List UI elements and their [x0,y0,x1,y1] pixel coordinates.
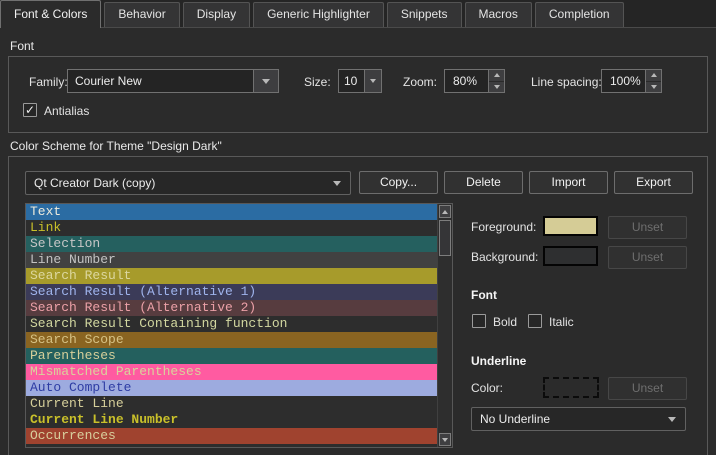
font-family-dropdown-button[interactable] [254,69,279,93]
zoom-spin-buttons [488,69,505,93]
color-items-rows: TextLinkSelectionLine NumberSearch Resul… [26,204,437,444]
text-editor-options-page: Font & ColorsBehaviorDisplayGeneric High… [0,0,716,455]
line-spacing-spin-buttons [645,69,662,93]
tab-behavior[interactable]: Behavior [104,2,179,27]
font-family-value[interactable]: Courier New [67,69,254,93]
color-item-search-scope[interactable]: Search Scope [26,332,437,348]
line-spacing-label: Line spacing: [531,75,602,89]
delete-button[interactable]: Delete [444,171,523,194]
underline-color-swatch[interactable] [543,377,599,398]
scrollbar[interactable] [437,204,452,447]
italic-checkbox[interactable] [528,314,542,328]
family-label: Family: [29,75,68,89]
foreground-label: Foreground: [471,220,536,234]
arrow-down-icon [494,85,500,89]
font-size-combobox[interactable]: 10 [338,69,382,93]
tab-completion[interactable]: Completion [535,2,624,27]
underline-color-label: Color: [471,381,503,395]
font-group-title: Font [10,39,34,53]
color-scheme-group: Qt Creator Dark (copy) Copy... Delete Impo… [8,156,708,455]
color-scheme-value: Qt Creator Dark (copy) [34,176,155,190]
color-item-search-result-alternative-2[interactable]: Search Result (Alternative 2) [26,300,437,316]
color-items-list: TextLinkSelectionLine NumberSearch Resul… [25,203,453,448]
zoom-value[interactable]: 80% [444,69,488,93]
unset-underline-button[interactable]: Unset [608,377,687,400]
arrow-up-icon [442,210,448,214]
color-item-selection[interactable]: Selection [26,236,437,252]
chevron-down-icon [333,181,341,186]
underline-style-value: No Underline [480,412,550,426]
tab-generic-highlighter[interactable]: Generic Highlighter [253,2,384,27]
color-item-auto-complete[interactable]: Auto Complete [26,380,437,396]
color-scheme-combobox[interactable]: Qt Creator Dark (copy) [25,171,351,195]
color-item-search-result[interactable]: Search Result [26,268,437,284]
arrow-down-icon [442,438,448,442]
color-item-link[interactable]: Link [26,220,437,236]
scrollbar-up-button[interactable] [439,205,451,218]
tab-snippets[interactable]: Snippets [387,2,462,27]
bold-label: Bold [493,315,517,329]
color-item-occurrences[interactable]: Occurrences [26,428,437,444]
import-button[interactable]: Import [529,171,608,194]
size-label: Size: [304,75,331,89]
spin-up-button[interactable] [489,70,504,82]
foreground-color-swatch[interactable] [543,216,598,236]
arrow-up-icon [494,73,500,77]
zoom-spinbox[interactable]: 80% [444,69,505,93]
spin-up-button[interactable] [646,70,661,82]
font-section-heading: Font [471,288,497,302]
line-spacing-spinbox[interactable]: 100% [601,69,662,93]
color-item-line-number[interactable]: Line Number [26,252,437,268]
tab-display[interactable]: Display [183,2,250,27]
chevron-down-icon [370,79,376,83]
tab-bar: Font & ColorsBehaviorDisplayGeneric High… [0,0,716,28]
copy-button[interactable]: Copy... [359,171,438,194]
color-item-search-result-containing-function[interactable]: Search Result Containing function [26,316,437,332]
font-family-combobox[interactable]: Courier New [67,69,279,93]
antialias-checkbox[interactable]: ✓ [23,103,37,117]
italic-label: Italic [549,315,574,329]
chevron-down-icon [668,417,676,422]
color-item-current-line[interactable]: Current Line [26,396,437,412]
underline-style-combobox[interactable]: No Underline [471,407,686,431]
tab-font-colors[interactable]: Font & Colors [0,0,101,28]
color-item-parentheses[interactable]: Parentheses [26,348,437,364]
zoom-label: Zoom: [403,75,437,89]
unset-background-button[interactable]: Unset [608,246,687,269]
unset-foreground-button[interactable]: Unset [608,216,687,239]
antialias-label: Antialias [44,104,89,118]
scrollbar-down-button[interactable] [439,433,451,446]
scheme-group-title: Color Scheme for Theme "Design Dark" [10,139,222,153]
export-button[interactable]: Export [614,171,693,194]
background-label: Background: [471,250,538,264]
bold-checkbox[interactable] [472,314,486,328]
spin-down-button[interactable] [646,82,661,93]
font-group: Family: Courier New Size: 10 Zoom: 80% L… [8,56,708,133]
chevron-down-icon [262,79,270,84]
line-spacing-value[interactable]: 100% [601,69,645,93]
color-item-mismatched-parentheses[interactable]: Mismatched Parentheses [26,364,437,380]
tab-macros[interactable]: Macros [465,2,532,27]
background-color-swatch[interactable] [543,246,598,266]
color-item-current-line-number[interactable]: Current Line Number [26,412,437,428]
color-item-text[interactable]: Text [26,204,437,220]
arrow-up-icon [651,73,657,77]
font-size-value[interactable]: 10 [338,69,365,93]
spin-down-button[interactable] [489,82,504,93]
color-item-search-result-alternative-1[interactable]: Search Result (Alternative 1) [26,284,437,300]
font-size-dropdown-button[interactable] [365,69,382,93]
scrollbar-thumb[interactable] [439,220,451,256]
underline-section-heading: Underline [471,354,526,368]
arrow-down-icon [651,85,657,89]
